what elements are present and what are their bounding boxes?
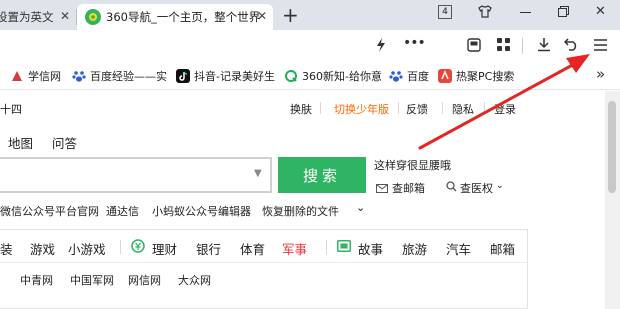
- finance-icon: [131, 239, 145, 256]
- bookmark-douyin[interactable]: 抖音-记录美好生: [176, 68, 275, 84]
- bookmark-360xinzhi[interactable]: 360新知-给你意: [284, 68, 382, 84]
- new-tab-button[interactable]: +: [282, 3, 299, 27]
- nav-sub-link[interactable]: 中青网: [20, 272, 53, 288]
- divider: [484, 102, 485, 114]
- chevron-down-icon[interactable]: ⌄: [356, 201, 365, 214]
- bookmark-xuexin[interactable]: 学信网: [10, 68, 61, 84]
- toolbar: •••: [0, 30, 620, 62]
- nav-sub-link[interactable]: 中国军网: [70, 272, 114, 288]
- nav-link[interactable]: 旅游: [402, 239, 427, 258]
- bookmark-rejupc[interactable]: 热聚PC搜索: [438, 68, 514, 84]
- nav-link[interactable]: 装: [0, 239, 13, 258]
- chevron-down-icon[interactable]: ⌄: [496, 181, 504, 191]
- skin-link[interactable]: 换肤: [290, 101, 312, 117]
- login-link[interactable]: 登录: [494, 101, 516, 117]
- menu-icon[interactable]: [594, 39, 607, 54]
- bookmark-label: 学信网: [28, 70, 61, 83]
- divider: [326, 240, 327, 254]
- xuexin-icon: [12, 71, 22, 81]
- reju-icon: [438, 69, 452, 83]
- chevron-down-icon[interactable]: ▼: [254, 168, 262, 179]
- nav-link[interactable]: 理财: [152, 239, 177, 258]
- bookmark-label: 抖音-记录美好生: [194, 70, 275, 83]
- download-icon[interactable]: [537, 37, 551, 55]
- youth-version-link[interactable]: 切换少年版: [334, 101, 389, 117]
- minimize-icon[interactable]: [520, 12, 531, 13]
- nav-link[interactable]: 体育: [240, 239, 265, 258]
- date-text: 十四: [0, 103, 22, 116]
- privacy-link[interactable]: 隐私: [452, 101, 474, 117]
- tab-count-badge[interactable]: 4: [438, 5, 452, 19]
- tab-active[interactable]: 360导航_一个主页，整个世界 ✕: [77, 4, 273, 30]
- divider: [398, 102, 399, 114]
- search-input[interactable]: ▼: [0, 157, 272, 193]
- sidebar-toggle-icon[interactable]: [467, 38, 481, 55]
- nav-link[interactable]: 游戏: [30, 239, 55, 258]
- tab-label: 设置为英文: [0, 10, 54, 24]
- site-favicon-icon: [85, 9, 101, 25]
- bookmark-label: 百度: [407, 70, 429, 83]
- divider: [442, 102, 443, 114]
- lightning-icon[interactable]: [376, 38, 386, 55]
- nav-sub-link[interactable]: 网信网: [128, 272, 161, 288]
- quick-link[interactable]: 小蚂蚁公众号编辑器: [152, 203, 251, 219]
- toolbar-divider: [522, 38, 523, 54]
- apps-grid-icon[interactable]: [497, 38, 510, 54]
- quick-link[interactable]: 微信公众号平台官网: [0, 203, 99, 219]
- search-magnifier-icon: [446, 181, 457, 195]
- tab-label: 360导航_一个主页，整个世界: [106, 10, 261, 24]
- shirt-icon[interactable]: [478, 5, 492, 21]
- scrollbar-thumb[interactable]: [608, 101, 616, 193]
- undo-icon[interactable]: [563, 38, 579, 54]
- bookmark-baidu-jingyan[interactable]: 百度经验——实: [72, 68, 167, 84]
- close-window-icon[interactable]: ✕: [595, 4, 606, 19]
- quick-link[interactable]: 恢复删除的文件: [262, 203, 339, 219]
- nav-link-highlight[interactable]: 军事: [282, 239, 307, 258]
- more-dots-icon[interactable]: •••: [403, 35, 426, 51]
- nav-link[interactable]: 小游戏: [68, 239, 106, 258]
- nav-link[interactable]: 故事: [358, 239, 383, 258]
- feedback-link[interactable]: 反馈: [406, 101, 428, 117]
- xinzhi-icon: [285, 70, 297, 82]
- search-tab-map[interactable]: 地图: [8, 133, 33, 152]
- restore-icon[interactable]: [558, 6, 569, 20]
- nav-link[interactable]: 邮箱: [490, 239, 515, 258]
- baidu-paw-icon: [389, 71, 403, 82]
- bookmark-baidu[interactable]: 百度: [389, 68, 429, 84]
- search-tab-qa[interactable]: 问答: [52, 133, 77, 152]
- mail-icon: [376, 183, 388, 196]
- nav-sub-link[interactable]: 大众网: [178, 272, 211, 288]
- nav-link[interactable]: 银行: [196, 239, 221, 258]
- close-icon[interactable]: ✕: [60, 9, 70, 23]
- quick-link[interactable]: 通达信: [106, 203, 139, 219]
- story-icon: [337, 240, 351, 255]
- bookmarks-bar: 学信网 百度经验——实 抖音-记录美好生 360新知-给你意 百度 热聚PC搜索…: [0, 62, 620, 90]
- mail-link[interactable]: 查邮箱: [392, 180, 425, 196]
- bookmark-label: 360新知-给你意: [302, 70, 382, 83]
- bookmark-label: 热聚PC搜索: [456, 70, 515, 83]
- bookmark-label: 百度经验——实: [90, 70, 167, 83]
- rights-link[interactable]: 查医权: [460, 180, 493, 196]
- hot-search-hint[interactable]: 这样穿很显腰哦: [374, 157, 451, 173]
- douyin-icon: [176, 69, 190, 83]
- divider: [320, 102, 321, 114]
- divider: [120, 240, 121, 254]
- tab-strip: 设置为英文 ✕ 360导航_一个主页，整个世界 ✕ + 4 ✕: [0, 0, 620, 30]
- tab-inactive[interactable]: 设置为英文 ✕: [0, 4, 76, 30]
- nav-link[interactable]: 汽车: [446, 239, 471, 258]
- close-icon[interactable]: ✕: [257, 9, 267, 23]
- baidu-paw-icon: [72, 71, 86, 82]
- nav-divider: [0, 262, 528, 263]
- bookmarks-more-button[interactable]: »: [596, 65, 605, 83]
- search-button[interactable]: 搜索: [278, 157, 366, 193]
